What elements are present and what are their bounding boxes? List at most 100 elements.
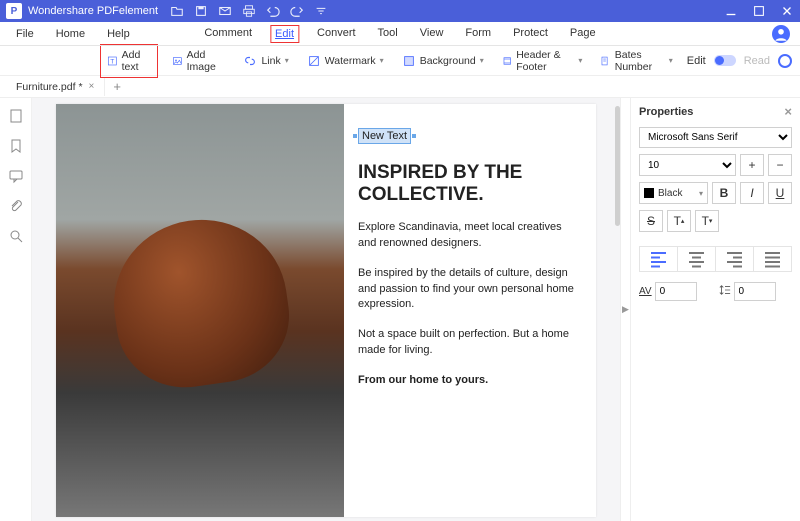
underline-button[interactable]: U — [768, 182, 792, 204]
align-center-button[interactable] — [678, 247, 716, 271]
panel-collapse[interactable]: ▶ — [620, 98, 630, 521]
bates-icon — [600, 54, 610, 68]
chevron-down-icon: ▾ — [578, 56, 582, 65]
save-icon[interactable] — [194, 4, 208, 18]
align-right-button[interactable] — [716, 247, 754, 271]
link-button[interactable]: Link ▾ — [239, 52, 292, 70]
quick-access — [170, 4, 328, 18]
font-color-select[interactable]: Black ▾ — [639, 182, 708, 204]
link-icon — [243, 54, 257, 68]
new-tab-button[interactable]: + — [105, 79, 129, 94]
svg-text:T: T — [110, 58, 114, 65]
font-size-select[interactable]: 10 — [639, 154, 736, 176]
bookmarks-icon[interactable] — [8, 138, 24, 154]
add-image-button[interactable]: Add Image — [168, 47, 229, 75]
header-footer-icon — [502, 54, 512, 68]
paragraph-4[interactable]: From our home to yours. — [358, 373, 580, 389]
align-justify-button[interactable] — [754, 247, 791, 271]
line-spacing-input[interactable] — [734, 282, 776, 301]
new-text-box[interactable]: New Text — [358, 128, 411, 144]
chevron-down-icon: ▾ — [699, 189, 703, 198]
bold-button[interactable]: B — [712, 182, 736, 204]
redo-icon[interactable] — [290, 4, 304, 18]
edit-toolbar: T Add text Add Image Link ▾ Watermark ▾ … — [0, 46, 800, 76]
menu-protect[interactable]: Protect — [509, 25, 552, 43]
superscript-button[interactable]: T▴ — [667, 210, 691, 232]
add-text-button[interactable]: T Add text — [100, 44, 158, 78]
menu-view[interactable]: View — [416, 25, 448, 43]
maximize-icon[interactable] — [752, 4, 766, 18]
background-icon — [402, 54, 416, 68]
page-heading[interactable]: INSPIRED BY THE COLLECTIVE. — [358, 162, 580, 206]
watermark-button[interactable]: Watermark ▾ — [303, 52, 388, 70]
user-avatar[interactable] — [772, 25, 790, 43]
print-icon[interactable] — [242, 4, 256, 18]
app-title: Wondershare PDFelement — [28, 5, 158, 17]
chevron-down-icon: ▾ — [480, 56, 484, 65]
menu-edit[interactable]: Edit — [270, 25, 299, 43]
menu-help[interactable]: Help — [103, 26, 134, 42]
attachments-icon[interactable] — [8, 198, 24, 214]
menu-convert[interactable]: Convert — [313, 25, 360, 43]
chevron-down-icon: ▾ — [285, 56, 289, 65]
app-logo: P — [6, 3, 22, 19]
scrollbar-thumb[interactable] — [615, 106, 620, 226]
paragraph-1[interactable]: Explore Scandinavia, meet local creative… — [358, 220, 580, 252]
close-icon[interactable] — [780, 4, 794, 18]
alignment-row — [639, 246, 792, 272]
italic-button[interactable]: I — [740, 182, 764, 204]
menu-form[interactable]: Form — [461, 25, 495, 43]
header-footer-button[interactable]: Header & Footer ▾ — [498, 47, 587, 75]
tab-strip: Furniture.pdf * × + — [0, 76, 800, 98]
subscript-button[interactable]: T▾ — [695, 210, 719, 232]
add-text-label: Add text — [122, 49, 151, 73]
font-family-select[interactable]: Microsoft Sans Serif — [639, 127, 792, 148]
menu-comment[interactable]: Comment — [200, 25, 256, 43]
furniture-photo — [56, 104, 344, 517]
increase-size-button[interactable]: + — [740, 154, 764, 176]
menu-file[interactable]: File — [12, 26, 38, 42]
chevron-down-icon: ▾ — [669, 56, 673, 65]
document-tab[interactable]: Furniture.pdf * × — [6, 78, 105, 96]
properties-panel: Properties × Microsoft Sans Serif 10 + −… — [630, 98, 800, 521]
open-icon[interactable] — [170, 4, 184, 18]
properties-title: Properties — [639, 106, 693, 118]
paragraph-3[interactable]: Not a space built on perfection. But a h… — [358, 327, 580, 359]
dropdown-icon[interactable] — [314, 4, 328, 18]
title-bar: P Wondershare PDFelement — [0, 0, 800, 22]
watermark-icon — [307, 54, 321, 68]
color-swatch — [644, 188, 654, 198]
line-spacing — [719, 282, 793, 301]
letter-spacing-icon: AV — [639, 286, 652, 297]
align-left-button[interactable] — [640, 247, 678, 271]
close-tab-icon[interactable]: × — [89, 81, 95, 92]
mail-icon[interactable] — [218, 4, 232, 18]
menu-home[interactable]: Home — [52, 26, 89, 42]
close-panel-icon[interactable]: × — [784, 104, 792, 119]
window-controls — [724, 4, 794, 18]
image-icon — [172, 54, 183, 68]
menu-page[interactable]: Page — [566, 25, 600, 43]
bates-button[interactable]: Bates Number ▾ — [596, 47, 676, 75]
shape-tool-icon[interactable] — [778, 54, 792, 68]
line-spacing-icon — [719, 284, 731, 299]
background-button[interactable]: Background ▾ — [398, 52, 488, 70]
undo-icon[interactable] — [266, 4, 280, 18]
mode-edit-label: Edit — [687, 55, 706, 67]
search-icon[interactable] — [8, 228, 24, 244]
paragraph-2[interactable]: Be inspired by the details of culture, d… — [358, 266, 580, 314]
mode-toggle[interactable] — [714, 55, 736, 66]
text-icon: T — [107, 54, 118, 68]
letter-spacing: AV — [639, 282, 713, 301]
thumbnails-icon[interactable] — [8, 108, 24, 124]
decrease-size-button[interactable]: − — [768, 154, 792, 176]
menu-tool[interactable]: Tool — [374, 25, 402, 43]
letter-spacing-input[interactable] — [655, 282, 697, 301]
strikethrough-button[interactable]: S — [639, 210, 663, 232]
chevron-down-icon: ▾ — [380, 56, 384, 65]
mode-read-label: Read — [744, 55, 770, 67]
canvas[interactable]: New Text INSPIRED BY THE COLLECTIVE. Exp… — [32, 98, 620, 521]
comments-icon[interactable] — [8, 168, 24, 184]
minimize-icon[interactable] — [724, 4, 738, 18]
menu-bar: File Home Help Comment Edit Convert Tool… — [0, 22, 800, 46]
